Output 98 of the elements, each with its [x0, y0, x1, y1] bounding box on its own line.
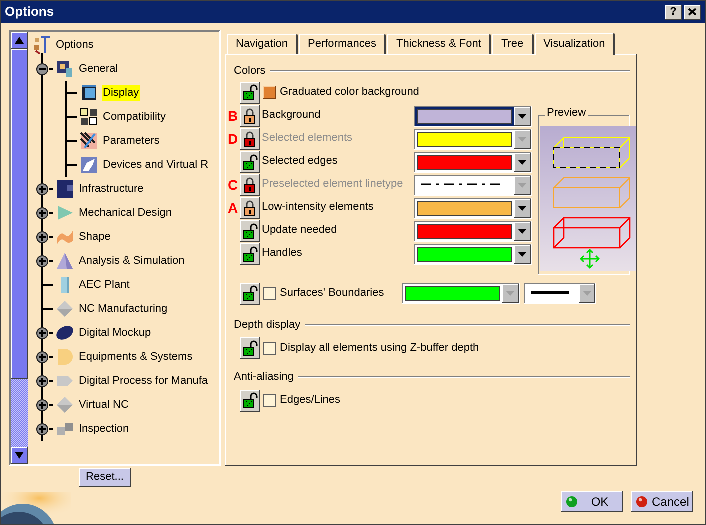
- color-label: Handles: [262, 246, 304, 260]
- tree-item[interactable]: Options: [55, 36, 95, 54]
- expand-icon[interactable]: [36, 206, 49, 220]
- color-dropdown[interactable]: [414, 174, 532, 196]
- caret-icon: [518, 114, 527, 118]
- expand-icon[interactable]: [36, 326, 49, 340]
- color-dropdown[interactable]: [414, 128, 532, 150]
- pattern-icon: [79, 131, 99, 151]
- scroll-thumb[interactable]: [11, 49, 28, 379]
- caret-icon: [518, 252, 527, 256]
- tab[interactable]: Tree: [492, 34, 534, 54]
- ball-icon: [566, 496, 578, 508]
- marker-letter: A: [228, 201, 240, 215]
- tab[interactable]: Thickness & Font: [387, 34, 492, 54]
- tree-item[interactable]: Inspection: [78, 420, 130, 438]
- close-button[interactable]: [684, 4, 701, 20]
- color-dropdown[interactable]: [414, 244, 532, 264]
- ellipse-icon: [55, 323, 75, 343]
- tree-item[interactable]: General: [78, 60, 120, 78]
- monitor-icon: [79, 83, 99, 103]
- block-icon: [55, 179, 75, 199]
- tree-item[interactable]: Mechanical Design: [78, 204, 173, 222]
- scroll-down-button[interactable]: [11, 447, 28, 464]
- tab[interactable]: Performances: [298, 34, 386, 54]
- checkbox-label: Edges/Lines: [280, 393, 341, 408]
- tree-item[interactable]: Compatibility: [102, 108, 167, 126]
- ok-button[interactable]: OK: [561, 491, 623, 512]
- expand-icon[interactable]: [36, 350, 49, 364]
- scroll-up-button[interactable]: [11, 32, 28, 49]
- section-title: Depth display: [234, 318, 301, 332]
- cancel-button[interactable]: Cancel: [631, 491, 693, 512]
- tree-item[interactable]: Equipments & Systems: [78, 348, 194, 366]
- color-dropdown[interactable]: [414, 106, 532, 126]
- color-label: Selected edges: [262, 154, 339, 168]
- window-title: Options: [5, 3, 54, 22]
- tree-item[interactable]: Infrastructure: [78, 180, 145, 198]
- hand-icon: [79, 155, 99, 175]
- grid-icon: [79, 107, 99, 127]
- checkbox[interactable]: [263, 394, 276, 407]
- caret-icon: [518, 136, 527, 142]
- marker-letter: C: [228, 178, 240, 192]
- color-label: Low-intensity elements: [262, 200, 375, 214]
- reset-button[interactable]: Reset...: [79, 468, 131, 487]
- thickness-dropdown[interactable]: [524, 283, 596, 304]
- expand-icon[interactable]: [36, 422, 49, 436]
- preview-title: Preview: [545, 108, 588, 118]
- tools-icon: [32, 35, 52, 55]
- expand-icon[interactable]: [36, 254, 49, 268]
- tree-item[interactable]: Display: [102, 84, 140, 102]
- scrollbar[interactable]: [11, 32, 28, 464]
- section-title: Anti-aliasing: [234, 370, 294, 385]
- checkbox[interactable]: [263, 342, 276, 354]
- checkbox-label: Surfaces' Boundaries: [280, 286, 386, 302]
- collapse-icon[interactable]: [36, 62, 49, 76]
- color-label: Update needed: [262, 222, 338, 238]
- color-label: Preselected element linetype: [262, 176, 404, 192]
- tab[interactable]: Navigation: [227, 34, 298, 54]
- caret-icon: [518, 182, 527, 188]
- caret-icon: [582, 291, 592, 296]
- color-label: Selected elements: [262, 130, 354, 146]
- help-button[interactable]: ?: [665, 4, 682, 20]
- tree-item[interactable]: Digital Process for Manufa: [78, 372, 209, 390]
- tree-item[interactable]: Digital Mockup: [78, 324, 152, 342]
- triangle-icon: [55, 203, 75, 223]
- tree-item[interactable]: Devices and Virtual R: [102, 156, 210, 174]
- blocks-icon: [55, 59, 75, 79]
- color-dropdown[interactable]: [414, 152, 532, 172]
- expand-icon[interactable]: [36, 398, 49, 412]
- color-dropdown[interactable]: [414, 198, 532, 218]
- tree-item[interactable]: Shape: [78, 228, 112, 246]
- caret-icon: [506, 291, 515, 296]
- up-arrow-icon: [15, 37, 24, 44]
- tree-item[interactable]: NC Manufacturing: [78, 300, 169, 318]
- down-arrow-icon: [15, 452, 24, 459]
- diamond-icon: [55, 395, 75, 415]
- tree-item[interactable]: AEC Plant: [78, 276, 131, 294]
- tree-item[interactable]: Parameters: [102, 132, 161, 150]
- tab[interactable]: Visualization: [534, 33, 616, 55]
- caret-icon: [518, 206, 527, 210]
- expand-icon[interactable]: [36, 182, 49, 196]
- caret-icon: [518, 160, 527, 164]
- marker-letter: B: [228, 109, 240, 123]
- checkbox-label: Graduated color background: [280, 85, 420, 100]
- color-label: Background: [262, 108, 322, 122]
- caret-icon: [518, 228, 527, 234]
- diamond-icon: [55, 299, 75, 319]
- close-icon: [688, 8, 697, 16]
- tree-item[interactable]: Virtual NC: [78, 396, 130, 414]
- marker-letter: D: [228, 132, 240, 146]
- tree-item[interactable]: Analysis & Simulation: [78, 252, 186, 270]
- expand-icon[interactable]: [36, 230, 49, 244]
- pyramid-icon: [55, 251, 75, 271]
- section-title: Colors: [234, 64, 266, 79]
- expand-icon[interactable]: [36, 374, 49, 388]
- globe-drawing: [1, 492, 71, 524]
- color-dropdown[interactable]: [414, 220, 532, 242]
- ball-icon: [636, 496, 648, 508]
- checkbox-label: Display all elements using Z-buffer depth: [280, 340, 480, 356]
